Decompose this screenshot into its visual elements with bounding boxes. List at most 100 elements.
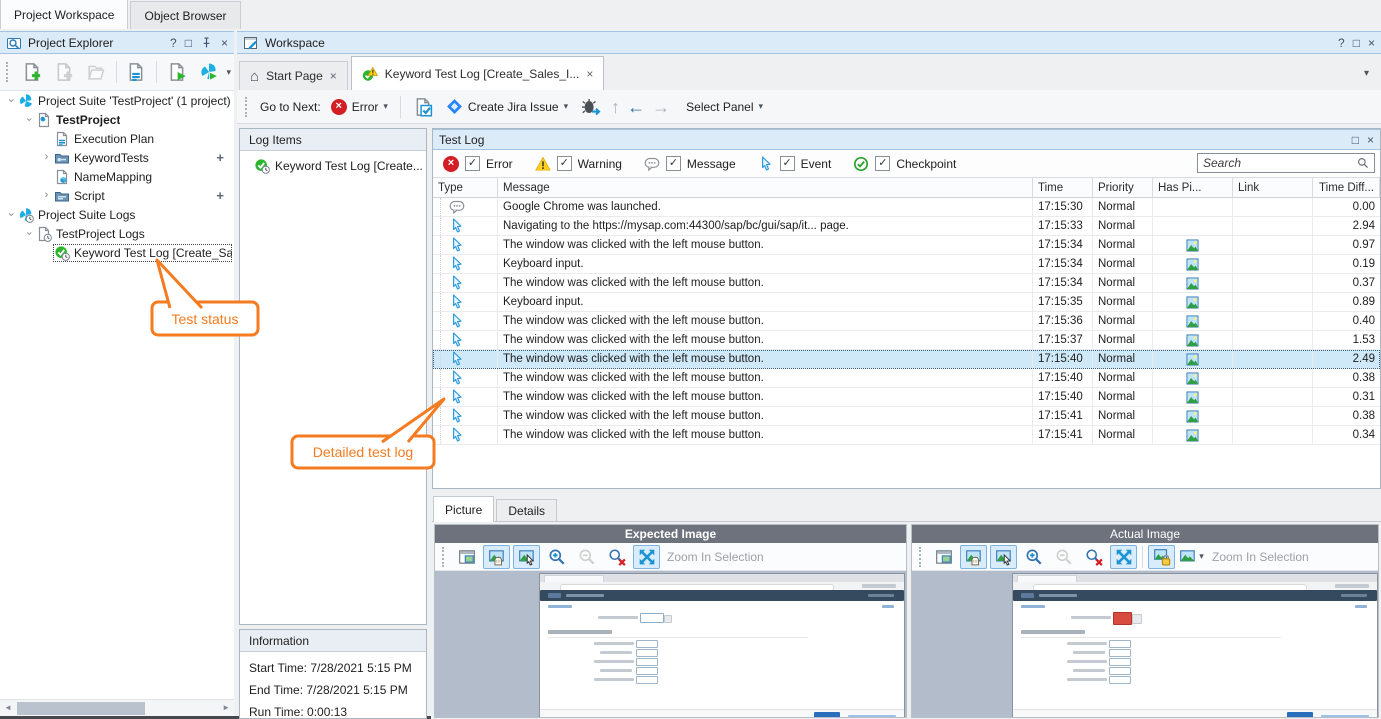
workspace-header: Workspace ?□× [237, 31, 1381, 54]
event-checkbox[interactable]: ✓ [780, 156, 795, 171]
scrollbar-thumb[interactable] [17, 702, 145, 715]
log-row[interactable]: The window was clicked with the left mou… [433, 369, 1380, 388]
column-header-link[interactable]: Link [1233, 178, 1313, 197]
zoom-in-button[interactable] [1020, 545, 1047, 569]
tree-expander-icon[interactable]: › [40, 190, 53, 201]
zoom-remove-button[interactable] [603, 545, 630, 569]
add-child-button[interactable]: + [216, 188, 224, 203]
log-row[interactable]: The window was clicked with the left mou… [433, 331, 1380, 350]
tree-item-script[interactable]: ›Script+ [0, 186, 234, 205]
tree-expander-icon[interactable]: › [23, 113, 34, 126]
chevron-down-icon[interactable]: ▾ [564, 102, 569, 111]
column-header-message[interactable]: Message [498, 178, 1033, 197]
log-row[interactable]: The window was clicked with the left mou… [433, 236, 1380, 255]
pan-mode-button[interactable] [960, 545, 987, 569]
selection-mode-button[interactable] [513, 545, 540, 569]
image-options-button[interactable]: ▾ [1178, 545, 1205, 569]
search-box[interactable] [1197, 153, 1375, 173]
tree-item-project-suite-testproject-1-project[interactable]: ›Project Suite 'TestProject' (1 project) [0, 91, 234, 110]
tab-picture[interactable]: Picture [433, 496, 494, 522]
chevron-down-icon[interactable]: ▾ [226, 68, 231, 77]
log-row[interactable]: The window was clicked with the left mou… [433, 407, 1380, 426]
fit-to-window-button[interactable] [633, 545, 660, 569]
top-tab-object-browser[interactable]: Object Browser [130, 1, 240, 29]
checkpoint-checkbox[interactable]: ✓ [875, 156, 890, 171]
warning-checkbox[interactable]: ✓ [557, 156, 572, 171]
add-new-item-button[interactable] [17, 57, 46, 87]
column-header-time-diff[interactable]: Time Diff... [1313, 178, 1380, 197]
show-image-in-window-button[interactable] [453, 545, 480, 569]
workspace-maximize-button[interactable]: □ [1353, 37, 1360, 49]
selection-mode-button[interactable] [990, 545, 1017, 569]
show-image-in-window-button[interactable] [930, 545, 957, 569]
tree-expander-icon[interactable]: › [40, 152, 53, 163]
create-jira-issue-button[interactable]: Create Jira Issue ▾ [443, 96, 571, 117]
report-button[interactable] [410, 95, 436, 119]
lock-images-button[interactable] [1148, 545, 1175, 569]
column-header-has-pi[interactable]: Has Pi... [1153, 178, 1233, 197]
message-checkbox[interactable]: ✓ [666, 156, 681, 171]
log-row[interactable]: Keyboard input.17:15:34Normal0.19 [433, 255, 1380, 274]
test-log-maximize-button[interactable]: □ [1352, 134, 1359, 146]
project-explorer-close-button[interactable]: × [221, 37, 228, 49]
tree-item-keyword-test-log-create-sales[interactable]: Keyword Test Log [Create_Sales [0, 243, 234, 262]
tree-item-keywordtests[interactable]: ›KeywordTests+ [0, 148, 234, 167]
select-panel-button[interactable]: Select Panel ▾ [683, 98, 766, 116]
organize-tests-button[interactable] [122, 57, 151, 87]
fit-to-window-button[interactable] [1110, 545, 1137, 569]
project-explorer-help-button[interactable]: ? [170, 37, 177, 49]
scroll-right-icon[interactable]: ► [222, 704, 230, 712]
tree-expander-icon[interactable]: › [5, 94, 16, 107]
test-log-close-button[interactable]: × [1367, 134, 1374, 146]
tab-details[interactable]: Details [496, 499, 557, 522]
tree-item-namemapping[interactable]: NameMapping [0, 167, 234, 186]
scroll-left-icon[interactable]: ◄ [4, 704, 12, 712]
project-explorer-pin-icon[interactable] [200, 36, 213, 49]
column-header-time[interactable]: Time [1033, 178, 1093, 197]
pan-mode-button[interactable] [483, 545, 510, 569]
back-button[interactable]: ← [627, 98, 645, 116]
log-row-time-diff: 0.37 [1313, 274, 1380, 292]
log-row[interactable]: The window was clicked with the left mou… [433, 388, 1380, 407]
close-icon[interactable]: × [330, 69, 337, 83]
run-project-button[interactable] [162, 57, 191, 87]
log-item[interactable]: Keyword Test Log [Create... [242, 156, 424, 176]
project-explorer-maximize-button[interactable]: □ [185, 37, 192, 49]
add-child-button[interactable]: + [216, 150, 224, 165]
close-icon[interactable]: × [586, 67, 593, 81]
log-row[interactable]: Navigating to the https://mysap.com:4430… [433, 217, 1380, 236]
log-item-label: Keyword Test Log [Create... [275, 159, 423, 173]
chevron-down-icon[interactable]: ▾ [759, 102, 764, 111]
error-checkbox[interactable]: ✓ [465, 156, 480, 171]
column-header-priority[interactable]: Priority [1093, 178, 1153, 197]
bug-report-button[interactable] [578, 95, 604, 119]
go-to-next-error-button[interactable]: × Error ▾ [328, 97, 391, 117]
log-row[interactable]: The window was clicked with the left mou… [433, 312, 1380, 331]
search-icon[interactable] [1357, 157, 1374, 170]
tree-expander-icon[interactable]: › [5, 208, 16, 221]
workspace-close-button[interactable]: × [1368, 37, 1375, 49]
log-row[interactable]: The window was clicked with the left mou… [433, 426, 1380, 445]
tree-expander-icon[interactable]: › [23, 227, 34, 240]
tab-keyword-test-log[interactable]: Keyword Test Log [Create_Sales_I...× [351, 56, 605, 90]
tab-start-page[interactable]: ⌂Start Page× [239, 61, 348, 90]
chevron-down-icon[interactable]: ▾ [383, 102, 388, 111]
zoom-remove-button[interactable] [1080, 545, 1107, 569]
log-row[interactable]: The window was clicked with the left mou… [433, 274, 1380, 293]
tree-item-project-suite-logs[interactable]: ›Project Suite Logs [0, 205, 234, 224]
workspace-help-button[interactable]: ? [1338, 37, 1345, 49]
log-row[interactable]: Google Chrome was launched.17:15:30Norma… [433, 198, 1380, 217]
zoom-in-button[interactable] [543, 545, 570, 569]
tree-item-testproject[interactable]: ›TestProject [0, 110, 234, 129]
search-input[interactable] [1198, 155, 1357, 171]
horizontal-scrollbar[interactable]: ◄ ► [0, 699, 234, 717]
run-project-suite-button[interactable] [194, 57, 223, 87]
log-row[interactable]: The window was clicked with the left mou… [433, 350, 1380, 369]
chevron-down-icon[interactable]: ▾ [1199, 552, 1204, 561]
tree-item-execution-plan[interactable]: Execution Plan [0, 129, 234, 148]
tab-list-icon[interactable]: ▾ [1364, 68, 1381, 79]
log-row[interactable]: Keyboard input.17:15:35Normal0.89 [433, 293, 1380, 312]
column-header-type[interactable]: Type [433, 178, 498, 197]
top-tab-project-workspace[interactable]: Project Workspace [0, 0, 128, 29]
tree-item-testproject-logs[interactable]: ›TestProject Logs [0, 224, 234, 243]
